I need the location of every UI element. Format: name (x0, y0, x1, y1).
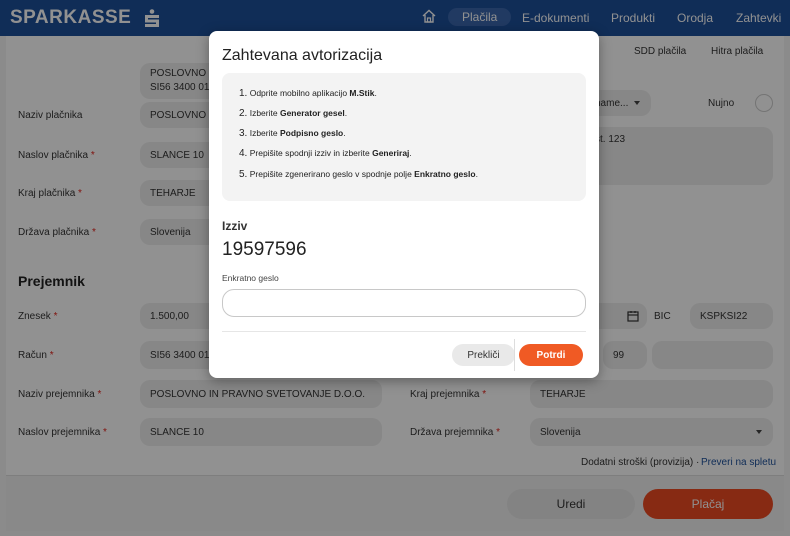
instruction-step: 5. Prepišite zgenerirano geslo v spodnje… (239, 169, 478, 180)
step-text: Odprite mobilno aplikacijo (249, 88, 350, 98)
step-text: Prepišite zgenerirano geslo v spodnje po… (249, 169, 415, 179)
confirm-button[interactable]: Potrdi (519, 344, 583, 366)
step-text: Izberite (249, 128, 280, 138)
instruction-step: 2. Izberite Generator gesel. (239, 108, 347, 119)
modal-title: Zahtevana avtorizacija (222, 47, 383, 64)
step-bold: M.Stik (349, 88, 375, 98)
step-bold: Generiraj (372, 148, 410, 158)
challenge-label: Izziv (222, 219, 248, 233)
step-number: 3. (239, 128, 248, 139)
authorization-modal: Zahtevana avtorizacija 1. Odprite mobiln… (209, 31, 599, 378)
instruction-step: 4. Prepišite spodnji izziv in izberite G… (239, 148, 412, 159)
instruction-step: 3. Izberite Podpisno geslo. (239, 128, 346, 139)
otp-label: Enkratno geslo (222, 273, 279, 283)
button-divider (514, 339, 515, 371)
step-text: Prepišite spodnji izziv in izberite (249, 148, 373, 158)
step-bold: Generator gesel (279, 108, 345, 118)
step-number: 2. (239, 108, 248, 119)
step-end: . (343, 128, 346, 138)
step-number: 4. (239, 148, 248, 159)
modal-divider (222, 331, 586, 332)
instructions-box: 1. Odprite mobilno aplikacijo M.Stik. 2.… (222, 73, 586, 201)
step-number: 5. (239, 169, 248, 180)
step-end: . (475, 169, 478, 179)
step-end: . (374, 88, 377, 98)
step-end: . (344, 108, 348, 118)
instruction-step: 1. Odprite mobilno aplikacijo M.Stik. (239, 88, 377, 99)
step-bold: Podpisno geslo (279, 128, 344, 138)
step-bold: Enkratno geslo (414, 169, 476, 179)
step-number: 1. (239, 88, 248, 99)
step-text: Izberite (249, 108, 280, 118)
step-end: . (409, 148, 412, 158)
otp-input[interactable] (222, 289, 586, 317)
challenge-value: 19597596 (222, 239, 307, 260)
cancel-button[interactable]: Prekliči (452, 344, 515, 366)
